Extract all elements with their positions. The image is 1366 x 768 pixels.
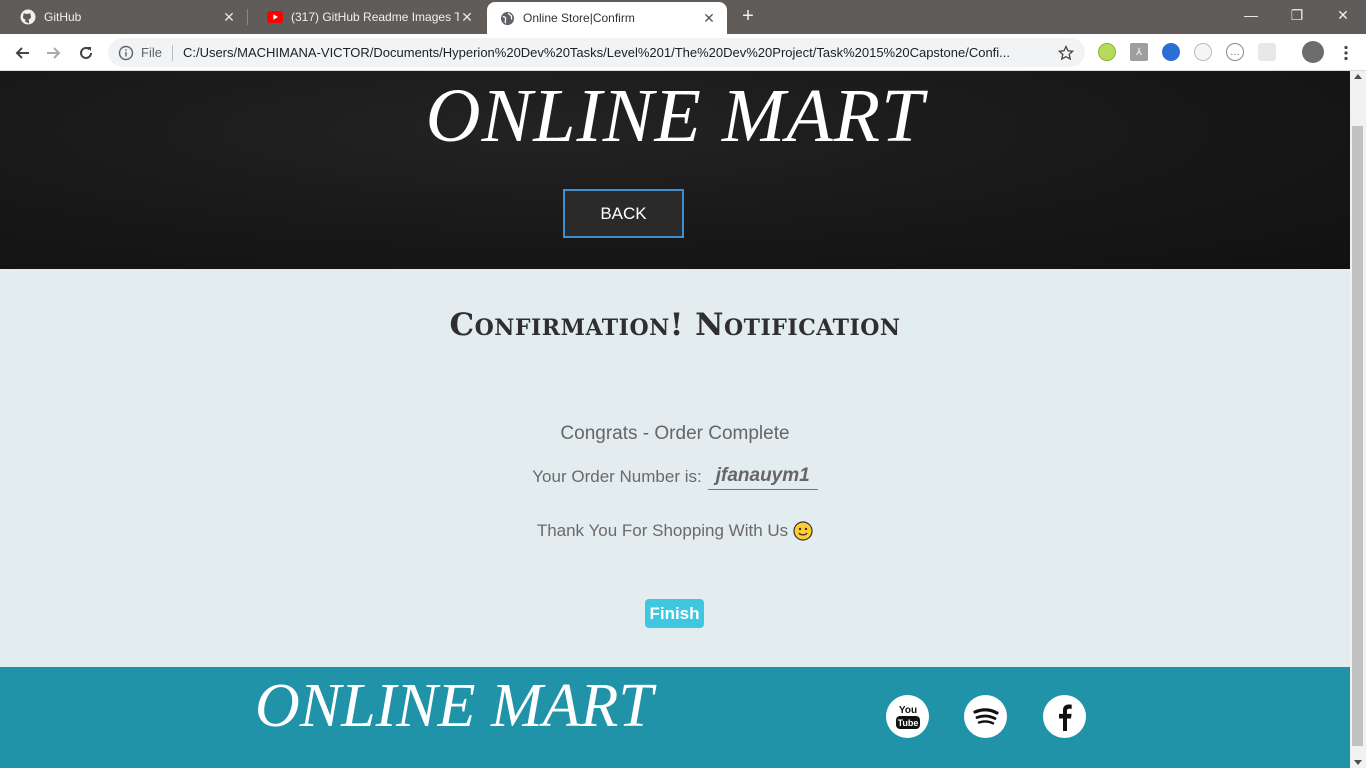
minimize-button[interactable]: — bbox=[1228, 0, 1274, 30]
order-number-label: Your Order Number is: bbox=[532, 466, 702, 486]
address-bar[interactable]: File C:/Users/MACHIMANA-VICTOR/Documents… bbox=[108, 38, 1085, 67]
site-title: ONLINE MART bbox=[425, 74, 925, 158]
tab-title: Online Store|Confirm bbox=[523, 11, 635, 25]
restore-button[interactable]: ❐ bbox=[1274, 0, 1320, 30]
scheme-label: File bbox=[141, 45, 162, 60]
extension-icon[interactable] bbox=[1098, 43, 1116, 61]
page-heading: Confirmation! Notification bbox=[449, 307, 901, 343]
tab-title: GitHub bbox=[44, 10, 82, 24]
extension-icon[interactable]: … bbox=[1226, 43, 1244, 61]
congrats-message: Congrats - Order Complete bbox=[560, 423, 790, 444]
tab-online-store-confirm[interactable]: Online Store|Confirm ✕ bbox=[487, 2, 727, 34]
footer: ONLINE MART You Tube bbox=[0, 667, 1350, 768]
kebab-menu-icon[interactable] bbox=[1334, 41, 1358, 65]
order-number-row: Your Order Number is: bbox=[0, 463, 1350, 490]
tab-youtube[interactable]: (317) GitHub Readme Images Tut ✕ bbox=[247, 0, 485, 34]
scroll-down-icon[interactable] bbox=[1354, 760, 1362, 765]
browser-tab-strip: GitHub ✕ (317) GitHub Readme Images Tut … bbox=[0, 0, 1366, 34]
back-button[interactable]: BACK bbox=[563, 189, 684, 238]
thank-you-message: Thank You For Shopping With Us bbox=[536, 521, 789, 540]
spotify-icon[interactable] bbox=[964, 695, 1007, 738]
finish-button[interactable]: Finish bbox=[645, 599, 704, 628]
header-hero: ONLINE MART BACK bbox=[0, 71, 1350, 269]
pdf-extension-icon[interactable]: ⅄ bbox=[1130, 43, 1148, 61]
confirmation-section: Confirmation! Notification Congrats - Or… bbox=[0, 269, 1350, 667]
youtube-icon[interactable]: You Tube bbox=[886, 695, 929, 738]
footer-brand: ONLINE MART bbox=[255, 672, 653, 740]
page-viewport: ONLINE MART BACK Confirmation! Notificat… bbox=[0, 71, 1350, 768]
bookmark-star-icon[interactable] bbox=[1057, 44, 1075, 62]
facebook-icon[interactable] bbox=[1043, 695, 1086, 738]
smile-emoji-icon bbox=[793, 521, 813, 541]
tab-title: (317) GitHub Readme Images Tut bbox=[291, 10, 459, 24]
reload-icon[interactable] bbox=[74, 41, 98, 65]
scroll-up-icon[interactable] bbox=[1354, 74, 1362, 79]
close-icon[interactable]: ✕ bbox=[459, 9, 475, 25]
extension-icon[interactable] bbox=[1194, 43, 1212, 61]
profile-avatar[interactable] bbox=[1302, 41, 1324, 63]
svg-text:Tube: Tube bbox=[897, 718, 918, 728]
scrollbar-thumb[interactable] bbox=[1352, 126, 1363, 746]
browser-toolbar: File C:/Users/MACHIMANA-VICTOR/Documents… bbox=[0, 34, 1366, 71]
globe-icon bbox=[499, 10, 515, 26]
window-close-button[interactable]: ✕ bbox=[1320, 0, 1366, 30]
close-icon[interactable]: ✕ bbox=[221, 9, 237, 25]
extension-icon[interactable] bbox=[1162, 43, 1180, 61]
url-text[interactable]: C:/Users/MACHIMANA-VICTOR/Documents/Hype… bbox=[183, 45, 1049, 60]
divider bbox=[171, 44, 173, 61]
forward-arrow-icon[interactable] bbox=[42, 41, 66, 65]
github-icon bbox=[20, 9, 36, 25]
tab-github[interactable]: GitHub ✕ bbox=[0, 0, 247, 34]
youtube-icon bbox=[267, 9, 283, 25]
back-arrow-icon[interactable] bbox=[10, 41, 34, 65]
close-icon[interactable]: ✕ bbox=[701, 10, 717, 26]
info-icon[interactable] bbox=[118, 45, 134, 61]
thank-you-row: Thank You For Shopping With Us bbox=[0, 521, 1350, 541]
vertical-scrollbar[interactable] bbox=[1350, 71, 1366, 768]
extension-icon[interactable] bbox=[1258, 43, 1276, 61]
order-number-field[interactable] bbox=[707, 463, 818, 490]
svg-text:You: You bbox=[898, 705, 916, 716]
new-tab-button[interactable]: + bbox=[738, 6, 758, 26]
